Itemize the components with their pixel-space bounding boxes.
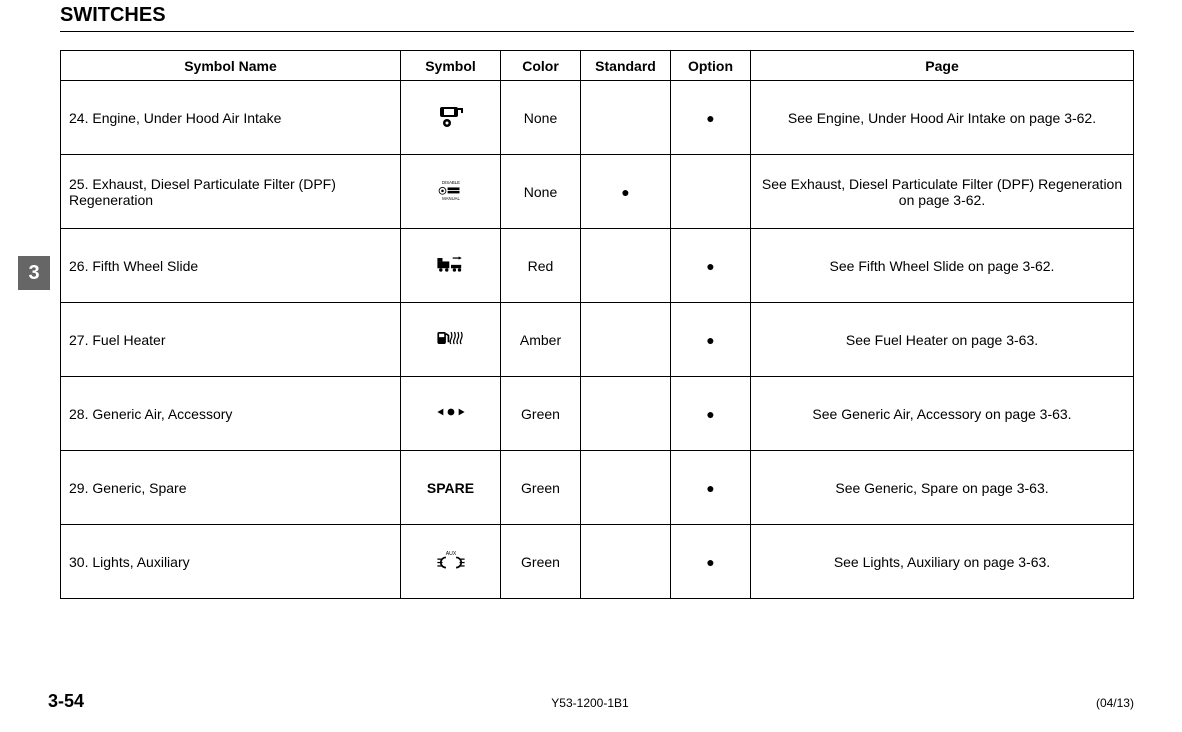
table-row: 26. Fifth Wheel Slide Red: [61, 229, 1134, 303]
standard-mark: [581, 377, 671, 451]
th-symbol: Symbol: [401, 51, 501, 81]
standard-mark: [581, 525, 671, 599]
standard-mark: [581, 81, 671, 155]
table-row: 27. Fuel Heater Amber ● See Fuel Hea: [61, 303, 1134, 377]
svg-text:AUX: AUX: [445, 551, 456, 557]
symbol-name: 27. Fuel Heater: [61, 303, 401, 377]
generic-air-icon: [434, 399, 468, 425]
color-value: Amber: [501, 303, 581, 377]
color-value: None: [501, 155, 581, 229]
page-ref: See Fuel Heater on page 3-63.: [751, 303, 1134, 377]
symbol-name: 25. Exhaust, Diesel Particulate Filter (…: [61, 155, 401, 229]
option-mark: [671, 155, 751, 229]
option-mark: ●: [671, 81, 751, 155]
standard-mark: [581, 303, 671, 377]
fifth-wheel-icon: [434, 251, 468, 277]
symbol-name: 29. Generic, Spare: [61, 451, 401, 525]
footer-doc-id: Y53-1200-1B1: [551, 696, 628, 710]
option-mark: ●: [671, 303, 751, 377]
th-page: Page: [751, 51, 1134, 81]
chapter-tab-number: 3: [28, 262, 39, 285]
footer-page-number: 3-54: [48, 691, 84, 712]
title-underline: [60, 31, 1134, 32]
page-footer: 3-54 Y53-1200-1B1 (04/13): [48, 691, 1134, 712]
symbol-icon-cell: [401, 229, 501, 303]
table-row: 28. Generic Air, Accessory Green ● See G…: [61, 377, 1134, 451]
page-ref: See Generic Air, Accessory on page 3-63.: [751, 377, 1134, 451]
dpf-regen-icon: DISABLE MANUAL: [434, 177, 468, 203]
standard-mark: ●: [581, 155, 671, 229]
fuel-heater-icon: [434, 325, 468, 351]
table-row: 29. Generic, Spare SPARE Green ● See Gen…: [61, 451, 1134, 525]
page: 3 SWITCHES Symbol Name Symbol Color Stan…: [0, 0, 1182, 732]
th-color: Color: [501, 51, 581, 81]
svg-text:MANUAL: MANUAL: [442, 196, 460, 201]
chapter-tab: 3: [18, 256, 50, 290]
color-value: None: [501, 81, 581, 155]
option-mark: ●: [671, 377, 751, 451]
table-header-row: Symbol Name Symbol Color Standard Option…: [61, 51, 1134, 81]
svg-text:DISABLE: DISABLE: [442, 180, 460, 185]
section-title: SWITCHES: [60, 0, 1134, 31]
color-value: Green: [501, 377, 581, 451]
option-mark: ●: [671, 229, 751, 303]
option-mark: ●: [671, 525, 751, 599]
page-ref: See Engine, Under Hood Air Intake on pag…: [751, 81, 1134, 155]
table-row: 25. Exhaust, Diesel Particulate Filter (…: [61, 155, 1134, 229]
standard-mark: [581, 451, 671, 525]
symbol-name: 26. Fifth Wheel Slide: [61, 229, 401, 303]
th-name: Symbol Name: [61, 51, 401, 81]
page-ref: See Exhaust, Diesel Particulate Filter (…: [751, 155, 1134, 229]
table-row: 24. Engine, Under Hood Air Intake None ●…: [61, 81, 1134, 155]
aux-lights-icon: AUX: [434, 547, 468, 573]
switches-table: Symbol Name Symbol Color Standard Option…: [60, 50, 1134, 599]
symbol-icon-cell: [401, 377, 501, 451]
symbol-name: 28. Generic Air, Accessory: [61, 377, 401, 451]
standard-mark: [581, 229, 671, 303]
table-row: 30. Lights, Auxiliary AUX Green: [61, 525, 1134, 599]
air-intake-icon: [434, 103, 468, 129]
page-ref: See Lights, Auxiliary on page 3-63.: [751, 525, 1134, 599]
symbol-icon-cell: DISABLE MANUAL: [401, 155, 501, 229]
symbol-icon-cell: [401, 303, 501, 377]
th-standard: Standard: [581, 51, 671, 81]
footer-date: (04/13): [1096, 696, 1134, 710]
symbol-name: 24. Engine, Under Hood Air Intake: [61, 81, 401, 155]
color-value: Green: [501, 451, 581, 525]
symbol-icon-cell: SPARE: [401, 451, 501, 525]
th-option: Option: [671, 51, 751, 81]
symbol-name: 30. Lights, Auxiliary: [61, 525, 401, 599]
symbol-icon-cell: [401, 81, 501, 155]
page-ref: See Generic, Spare on page 3-63.: [751, 451, 1134, 525]
color-value: Green: [501, 525, 581, 599]
color-value: Red: [501, 229, 581, 303]
symbol-icon-cell: AUX: [401, 525, 501, 599]
option-mark: ●: [671, 451, 751, 525]
page-ref: See Fifth Wheel Slide on page 3-62.: [751, 229, 1134, 303]
spare-text-icon: SPARE: [427, 480, 474, 496]
